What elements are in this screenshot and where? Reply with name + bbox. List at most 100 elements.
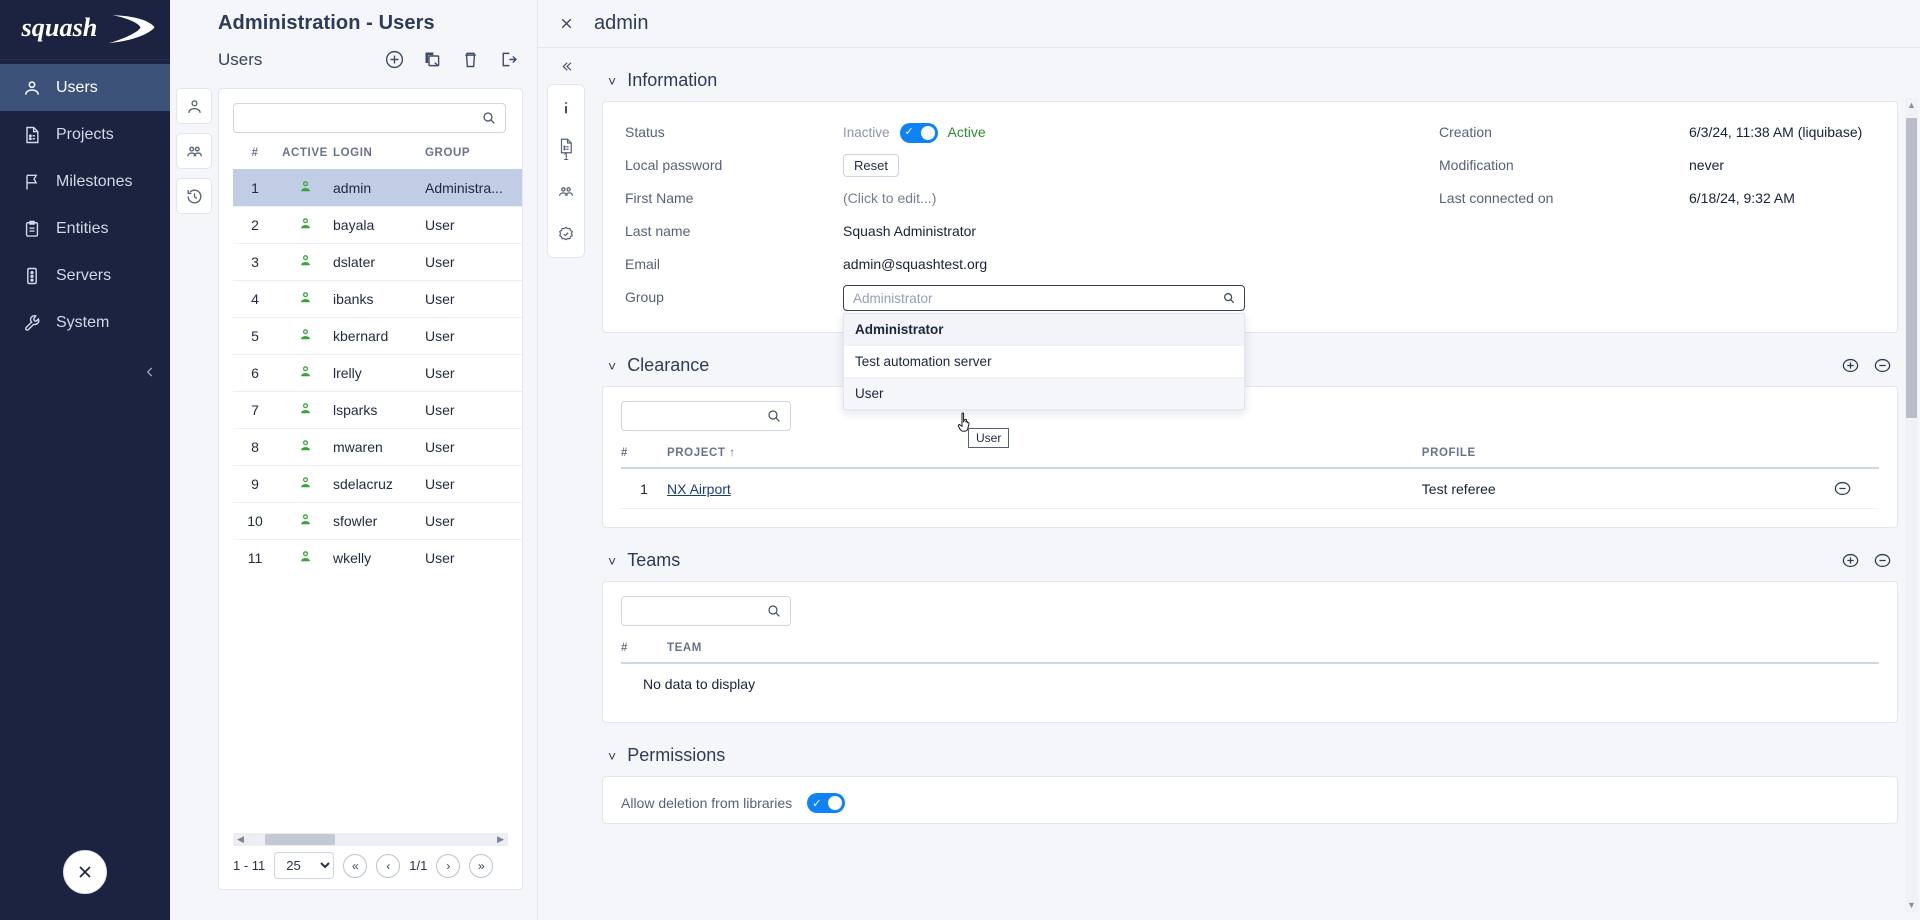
clearance-col-profile[interactable]: PROFILE [1422,435,1833,468]
rail-history-button[interactable] [176,178,212,214]
clearance-search-input[interactable] [622,402,790,430]
group-combobox[interactable] [843,285,1245,311]
section-title-permissions: Permissions [627,745,725,766]
page-size-select[interactable]: 102550100 [274,852,334,879]
users-search-box[interactable] [233,103,506,133]
sidebar-item-servers[interactable]: Servers [0,252,170,299]
prev-page-button[interactable]: ‹ [376,854,400,878]
table-row[interactable]: 9sdelacruzUser [233,466,522,503]
duplicate-user-button[interactable] [422,49,443,70]
detail-collapse-button[interactable] [538,48,594,84]
table-row[interactable]: 7lsparksUser [233,392,522,429]
chevron-down-icon[interactable]: ˅ [608,358,616,374]
clearance-remove-button[interactable] [1873,356,1892,375]
users-horizontal-scrollbar[interactable]: ◀ ▶ [233,833,508,846]
value-email[interactable]: admin@squashtest.org [843,248,1253,281]
tab-teams[interactable] [549,176,583,208]
cell-active [277,429,333,466]
teams-search-box[interactable] [621,596,791,626]
allow-deletion-toggle[interactable]: ✓ [807,793,845,813]
search-icon [481,110,497,126]
clearance-col-project[interactable]: PROJECT ↑ [667,435,1422,468]
col-header-group[interactable]: GROUP [425,141,522,170]
status-toggle[interactable]: ✓ [900,123,938,143]
dropdown-option[interactable]: User [844,378,1244,409]
teams-col-number: # [621,630,667,663]
scroll-right-arrow-icon[interactable]: ▶ [493,834,508,845]
users-search-input[interactable] [234,104,505,132]
status-active-label: Active [948,116,986,149]
rail-users-button[interactable] [176,88,212,124]
scroll-down-arrow-icon[interactable]: ▼ [1907,900,1916,910]
value-first-name[interactable]: (Click to edit...) [843,182,1253,215]
users-table-scroll[interactable]: # ACTIVE LOGIN GROUP 1adminAdministra...… [219,141,522,833]
detail-content[interactable]: ˅ Information Status Inactive ✓ Active C… [594,48,1920,920]
export-users-button[interactable] [498,49,519,70]
tab-information[interactable] [549,92,583,124]
user-icon [22,78,42,98]
clearance-add-button[interactable] [1841,356,1860,375]
sidebar-collapse-button[interactable] [140,362,160,382]
group-dropdown[interactable]: AdministratorTest automation serverUser [843,313,1245,410]
status-toggle-row: Inactive ✓ Active [843,116,1253,149]
table-row[interactable]: 2bayalaUser [233,207,522,244]
table-row[interactable]: 11wkellyUser [233,540,522,577]
dropdown-option[interactable]: Test automation server [844,346,1244,378]
chevron-down-icon[interactable]: ˅ [608,553,616,569]
table-row[interactable]: 1adminAdministra... [233,170,522,207]
cell-profile: Test referee [1422,468,1833,509]
value-last-name[interactable]: Squash Administrator [843,215,1253,248]
scroll-up-arrow-icon[interactable]: ▲ [1907,100,1916,110]
detail-vertical-scrollbar[interactable]: ▲ ▼ [1905,98,1918,912]
sidebar-item-milestones[interactable]: Milestones [0,158,170,205]
col-header-login[interactable]: LOGIN [333,141,425,170]
table-row[interactable]: 5kbernardUser [233,318,522,355]
sidebar-item-users[interactable]: Users [0,64,170,111]
chevron-down-icon[interactable]: ˅ [608,73,616,89]
next-page-button[interactable]: › [436,854,460,878]
tab-documents[interactable]: 1 [549,134,583,166]
detail-header: admin [538,0,1920,48]
teams-col-team[interactable]: TEAM [667,630,1879,663]
scrollbar-thumb[interactable] [265,834,335,845]
last-page-button[interactable]: » [469,854,493,878]
clearance-search-box[interactable] [621,401,791,431]
delete-user-button[interactable] [460,49,481,70]
sidebar-item-entities[interactable]: Entities [0,205,170,252]
table-row[interactable]: 6lrellyUser [233,355,522,392]
add-user-button[interactable] [384,49,405,70]
dropdown-option[interactable]: Administrator [844,314,1244,346]
sidebar-item-projects[interactable]: Projects [0,111,170,158]
teams-remove-button[interactable] [1873,551,1892,570]
scroll-left-arrow-icon[interactable]: ◀ [233,834,248,845]
col-header-active[interactable]: ACTIVE [277,141,333,170]
rail-teams-button[interactable] [176,133,212,169]
teams-search-input[interactable] [622,597,790,625]
cell-login: sfowler [333,503,425,540]
chevron-down-icon[interactable]: ˅ [608,748,616,764]
tab-permissions[interactable] [549,218,583,250]
cell-group: User [425,281,522,318]
table-row[interactable]: 4ibanksUser [233,281,522,318]
sidebar-item-system[interactable]: System [0,299,170,346]
detail-close-button[interactable] [538,0,594,48]
clearance-row-remove-button[interactable] [1833,479,1879,498]
col-header-number[interactable]: # [233,141,277,170]
value-modification: never [1689,149,1875,182]
reset-password-button[interactable]: Reset [843,154,899,177]
table-row[interactable]: 8mwarenUser [233,429,522,466]
project-link[interactable]: NX Airport [667,481,731,497]
teams-add-button[interactable] [1841,551,1860,570]
close-panel-button[interactable] [63,850,107,894]
information-section-header: ˅ Information [602,48,1898,101]
sidebar-item-label: Users [56,79,98,97]
table-row[interactable]: 1NX AirportTest referee [621,468,1879,509]
users-panel: Administration - Users Users [170,0,538,920]
first-page-button[interactable]: « [343,854,367,878]
scrollbar-thumb[interactable] [1906,118,1917,418]
table-row[interactable]: 10sfowlerUser [233,503,522,540]
users-table-header: # ACTIVE LOGIN GROUP [233,141,522,170]
app-logo[interactable]: squash [0,0,170,60]
table-row[interactable]: 3dslaterUser [233,244,522,281]
group-input[interactable] [853,291,1216,306]
